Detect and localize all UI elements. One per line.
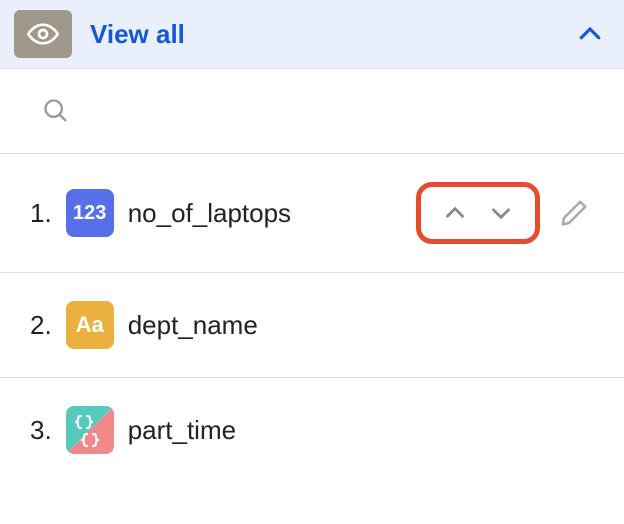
field-order: 2. (30, 310, 52, 341)
reorder-controls (416, 182, 540, 244)
view-mode-button[interactable] (14, 10, 72, 58)
search-icon (40, 95, 72, 127)
search-row[interactable] (0, 69, 624, 154)
field-name: no_of_laptops (128, 198, 402, 229)
field-row: 3. part_time (0, 378, 624, 482)
panel-title: View all (90, 19, 552, 50)
collapse-button[interactable] (570, 14, 610, 54)
code-type-icon (66, 406, 114, 454)
field-order: 1. (30, 198, 52, 229)
field-name: part_time (128, 415, 594, 446)
text-type-icon: Aa (66, 301, 114, 349)
number-type-icon: 123 (66, 189, 114, 237)
move-down-button[interactable] (485, 197, 517, 229)
move-up-button[interactable] (439, 197, 471, 229)
chevron-up-icon (575, 19, 605, 49)
eye-icon (27, 18, 59, 50)
field-row: 2. Aa dept_name (0, 273, 624, 378)
field-order: 3. (30, 415, 52, 446)
panel-header: View all (0, 0, 624, 69)
pencil-icon (559, 198, 589, 228)
field-name: dept_name (128, 310, 594, 341)
chevron-down-icon (488, 200, 514, 226)
chevron-up-icon (442, 200, 468, 226)
edit-button[interactable] (554, 193, 594, 233)
field-row: 1. 123 no_of_laptops (0, 154, 624, 273)
